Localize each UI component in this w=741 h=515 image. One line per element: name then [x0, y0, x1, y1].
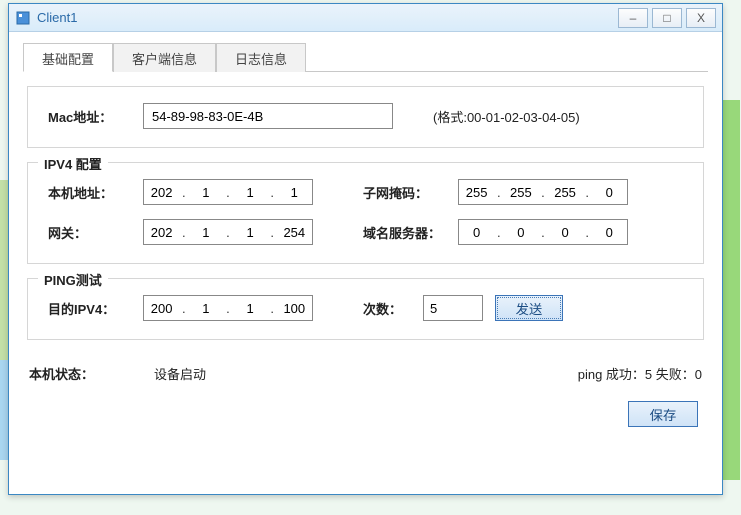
ip-octet[interactable] — [235, 185, 265, 200]
mac-format-hint: (格式:00-01-02-03-04-05) — [433, 107, 580, 126]
tabs: 基础配置 客户端信息 日志信息 — [23, 42, 708, 72]
ping-result: ping 成功：5 失败：0 — [578, 364, 702, 383]
ip-octet[interactable] — [147, 225, 177, 240]
dns-label: 域名服务器： — [363, 223, 458, 242]
subnet-mask-label: 子网掩码： — [363, 183, 458, 202]
ping-panel: PING测试 目的IPV4： . . . 次数： 发送 — [27, 278, 704, 340]
ping-legend: PING测试 — [38, 270, 108, 289]
ipv4-panel: IPV4 配置 本机地址： . . . 子网掩码： . . . 网关： — [27, 162, 704, 264]
tab-client-info[interactable]: 客户端信息 — [113, 43, 216, 72]
subnet-mask-input[interactable]: . . . — [458, 179, 628, 205]
ip-octet[interactable] — [462, 225, 492, 240]
close-button[interactable]: X — [686, 8, 716, 28]
maximize-button[interactable]: □ — [652, 8, 682, 28]
save-row: 保存 — [9, 401, 722, 437]
window-title: Client1 — [37, 10, 614, 25]
ip-octet[interactable] — [594, 185, 624, 200]
ping-target-label: 目的IPV4： — [48, 299, 143, 318]
mac-input[interactable] — [143, 103, 393, 129]
local-ip-input[interactable]: . . . — [143, 179, 313, 205]
ip-octet[interactable] — [279, 185, 309, 200]
ip-octet[interactable] — [462, 185, 492, 200]
titlebar: Client1 – □ X — [9, 4, 722, 32]
mac-panel: Mac地址： (格式:00-01-02-03-04-05) — [27, 86, 704, 148]
ip-octet[interactable] — [191, 301, 221, 316]
app-icon — [15, 10, 31, 26]
tab-basic[interactable]: 基础配置 — [23, 43, 113, 72]
ip-octet[interactable] — [147, 185, 177, 200]
ping-count-label: 次数： — [363, 299, 423, 318]
ip-octet[interactable] — [191, 185, 221, 200]
ip-octet[interactable] — [594, 225, 624, 240]
ip-octet[interactable] — [550, 225, 580, 240]
window-controls: – □ X — [614, 8, 716, 28]
gateway-input[interactable]: . . . — [143, 219, 313, 245]
mac-label: Mac地址： — [48, 107, 143, 126]
dialog-window: Client1 – □ X 基础配置 客户端信息 日志信息 Mac地址： (格式… — [8, 3, 723, 495]
gateway-label: 网关： — [48, 223, 143, 242]
status-label: 本机状态： — [29, 364, 94, 383]
ip-octet[interactable] — [147, 301, 177, 316]
ipv4-legend: IPV4 配置 — [38, 154, 108, 173]
send-button[interactable]: 发送 — [495, 295, 563, 321]
ping-target-input[interactable]: . . . — [143, 295, 313, 321]
ip-octet[interactable] — [506, 225, 536, 240]
tab-log-info[interactable]: 日志信息 — [216, 43, 306, 72]
ip-octet[interactable] — [191, 225, 221, 240]
ip-octet[interactable] — [279, 225, 309, 240]
ip-octet[interactable] — [235, 301, 265, 316]
dns-input[interactable]: . . . — [458, 219, 628, 245]
ip-octet[interactable] — [279, 301, 309, 316]
local-ip-label: 本机地址： — [48, 183, 143, 202]
ip-octet[interactable] — [506, 185, 536, 200]
save-button[interactable]: 保存 — [628, 401, 698, 427]
status-row: 本机状态： 设备启动 ping 成功：5 失败：0 — [9, 360, 722, 401]
ping-count-input[interactable] — [423, 295, 483, 321]
ip-octet[interactable] — [235, 225, 265, 240]
tab-content: Mac地址： (格式:00-01-02-03-04-05) IPV4 配置 本机… — [9, 72, 722, 360]
minimize-button[interactable]: – — [618, 8, 648, 28]
ip-octet[interactable] — [550, 185, 580, 200]
status-value: 设备启动 — [154, 364, 206, 383]
